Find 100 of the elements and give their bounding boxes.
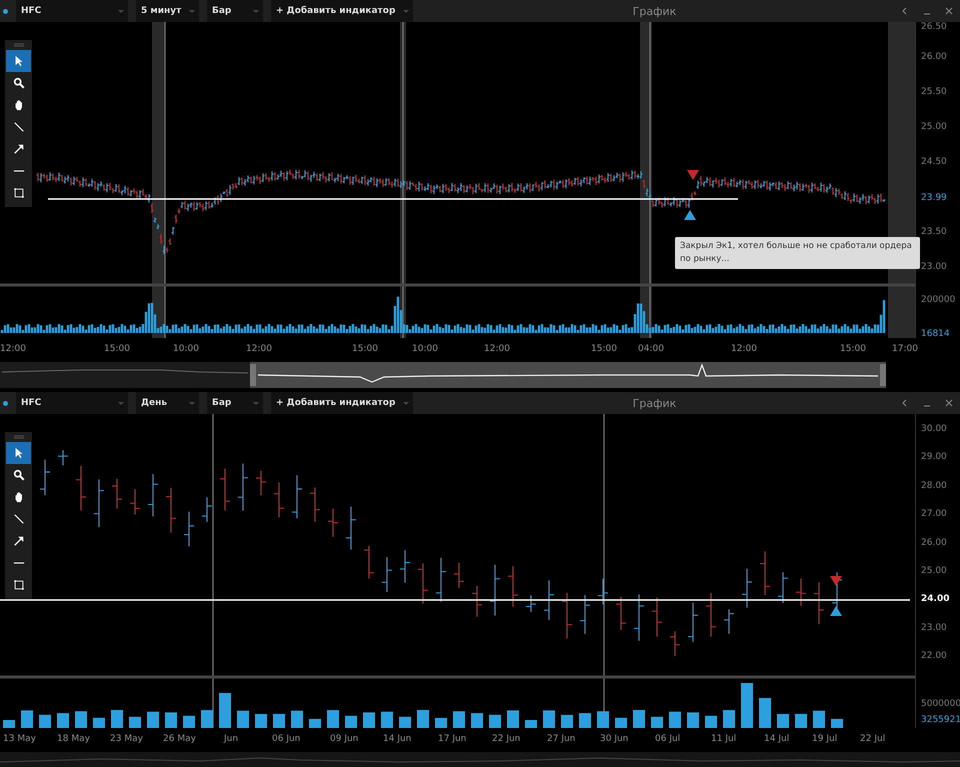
hand-icon bbox=[12, 99, 24, 111]
price-bar bbox=[130, 488, 140, 515]
price-label: 23.50 bbox=[921, 227, 947, 237]
time-label: 14 Jul bbox=[764, 734, 790, 744]
price-bar bbox=[598, 578, 608, 605]
grip-icon[interactable] bbox=[12, 435, 26, 439]
volume-bar bbox=[201, 710, 213, 728]
symbol-dropdown[interactable]: HFC bbox=[16, 0, 128, 22]
volume-bar bbox=[417, 710, 429, 728]
volume-bar bbox=[309, 718, 321, 728]
close-icon[interactable] bbox=[944, 6, 954, 16]
price-bar bbox=[400, 550, 410, 584]
volume-bar bbox=[3, 720, 15, 728]
interval-dropdown[interactable]: День bbox=[136, 392, 199, 414]
arrow-icon bbox=[12, 143, 24, 155]
volume-bar bbox=[75, 711, 87, 728]
level-line[interactable] bbox=[0, 599, 910, 601]
volume-bar bbox=[759, 698, 771, 728]
price-bar bbox=[364, 545, 374, 579]
cursor-icon bbox=[12, 55, 24, 67]
price-bar bbox=[382, 556, 392, 592]
volume-bar bbox=[21, 710, 33, 728]
price-marker-label: 24.00 bbox=[921, 594, 950, 604]
rectangle-icon bbox=[12, 187, 24, 199]
volume-bar bbox=[831, 718, 843, 728]
volume-bar bbox=[687, 712, 699, 728]
price-bar bbox=[562, 592, 572, 639]
volume-bar bbox=[705, 716, 717, 728]
time-label: 12:00 bbox=[0, 344, 26, 354]
time-label: Jun bbox=[224, 734, 238, 744]
status-dot-icon bbox=[3, 400, 8, 406]
volume-bar bbox=[507, 710, 519, 728]
price-label: 25.00 bbox=[921, 122, 947, 132]
diagonal-line-icon bbox=[12, 513, 24, 525]
cursor-tool-button[interactable] bbox=[6, 442, 31, 464]
price-bar bbox=[580, 594, 590, 634]
price-bar bbox=[760, 550, 770, 596]
time-label: 27 Jun bbox=[547, 734, 576, 744]
price-label: 26.50 bbox=[921, 22, 947, 32]
price-bar bbox=[472, 585, 482, 618]
time-label: 12:00 bbox=[246, 344, 272, 354]
price-bar bbox=[814, 582, 824, 625]
price-bar bbox=[346, 506, 356, 550]
interval-dropdown[interactable]: 5 минут bbox=[136, 0, 199, 22]
price-label: 29.00 bbox=[921, 452, 947, 462]
chart-type-dropdown[interactable]: Бар bbox=[207, 0, 263, 22]
time-label: 15:00 bbox=[352, 344, 378, 354]
volume-bar bbox=[129, 716, 141, 728]
price-bar bbox=[310, 487, 320, 522]
grip-icon[interactable] bbox=[12, 43, 26, 47]
cursor-tool-button[interactable] bbox=[6, 50, 31, 72]
volume-bar bbox=[453, 711, 465, 728]
volume-bar bbox=[579, 713, 591, 728]
time-label: 13 May bbox=[3, 734, 36, 744]
price-bar bbox=[796, 578, 806, 606]
add-indicator-dropdown[interactable]: + Добавить индикатор bbox=[271, 392, 413, 414]
chart-type-dropdown[interactable]: Бар bbox=[207, 392, 263, 414]
price-label: 27.00 bbox=[921, 509, 947, 519]
price-bar bbox=[202, 496, 212, 522]
time-label: 12:00 bbox=[731, 344, 757, 354]
price-bar bbox=[652, 597, 662, 637]
volume-bar bbox=[399, 716, 411, 728]
volume-bar bbox=[57, 713, 69, 728]
volume-bar bbox=[39, 714, 51, 728]
volume-bar bbox=[633, 710, 645, 728]
price-bar bbox=[58, 450, 68, 466]
time-label: 22 Jul bbox=[860, 734, 886, 744]
price-bar bbox=[76, 465, 86, 512]
time-label: 26 May bbox=[163, 734, 196, 744]
price-bar bbox=[94, 478, 104, 528]
volume-bar bbox=[93, 718, 105, 728]
price-bar bbox=[274, 482, 284, 518]
time-label: 30 Jun bbox=[600, 734, 628, 744]
close-icon[interactable] bbox=[944, 398, 954, 408]
volume-bar bbox=[363, 712, 375, 728]
cursor-icon bbox=[12, 447, 24, 459]
volume-bar bbox=[291, 710, 303, 728]
volume-label: 200000 bbox=[921, 295, 956, 305]
price-label: 23.00 bbox=[921, 262, 947, 272]
price-bar bbox=[724, 608, 734, 634]
symbol-dropdown[interactable]: HFC bbox=[16, 392, 128, 414]
trade-note: Закрыл Эк1, хотел больше но не сработали ордера по рынку... bbox=[675, 237, 920, 269]
time-label: 15:00 bbox=[104, 344, 130, 354]
volume-bar bbox=[183, 716, 195, 728]
volume-bar bbox=[813, 710, 825, 728]
add-indicator-dropdown[interactable]: + Добавить индикатор bbox=[271, 0, 413, 22]
price-bar bbox=[112, 478, 122, 509]
level-line[interactable] bbox=[48, 198, 738, 200]
volume-bar bbox=[741, 683, 753, 728]
time-label: 17:00 bbox=[892, 344, 918, 354]
price-bar bbox=[742, 568, 752, 608]
time-label: 18 May bbox=[57, 734, 90, 744]
volume-bar bbox=[795, 714, 807, 728]
price-label: 28.00 bbox=[921, 481, 947, 491]
time-label: 09 Jun bbox=[330, 734, 358, 744]
price-bar bbox=[616, 596, 626, 630]
price-bar bbox=[706, 592, 716, 638]
time-label: 17 Jun bbox=[438, 734, 466, 744]
volume-marker-label: 16814 bbox=[921, 329, 950, 339]
price-bar bbox=[490, 564, 500, 616]
